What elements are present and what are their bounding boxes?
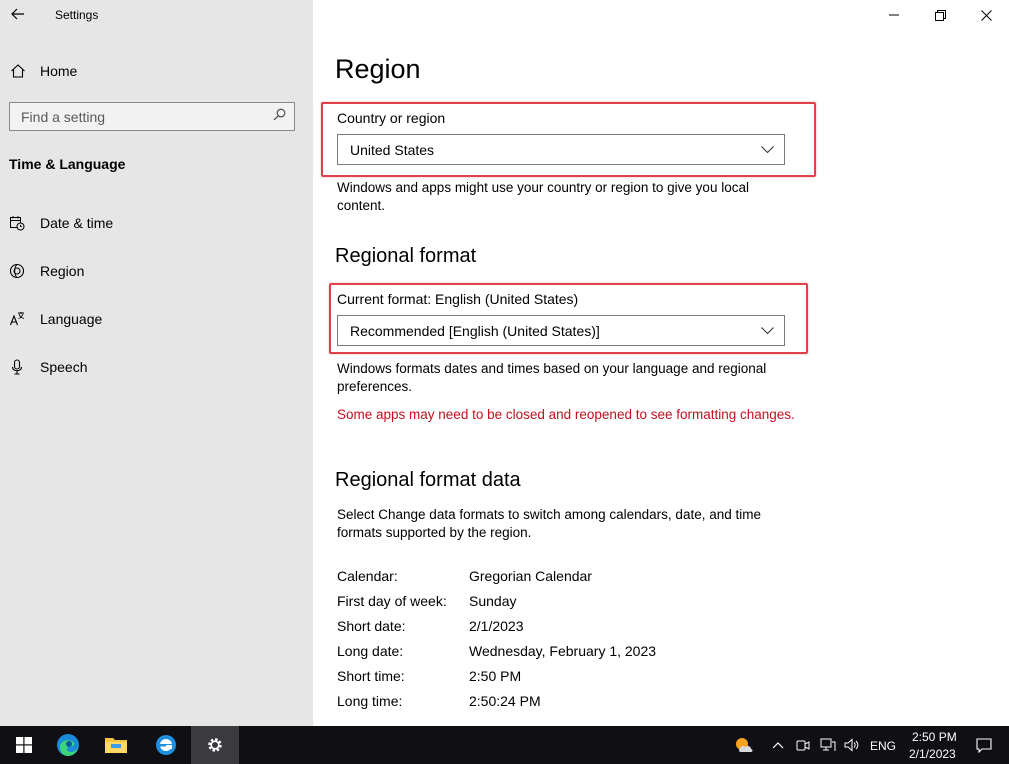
sidebar-item-date-time[interactable]: Date & time (0, 208, 313, 238)
taskbar-settings-button[interactable] (191, 726, 239, 764)
home-icon (10, 63, 26, 79)
regional-format-dropdown-value: Recommended [English (United States)] (350, 322, 600, 339)
gear-icon (208, 738, 222, 752)
country-description: Windows and apps might use your country … (337, 180, 749, 213)
internet-explorer-icon (156, 735, 176, 755)
camera-icon (796, 740, 810, 751)
taskbar: ENG 2:50 PM 2/1/2023 (0, 726, 1009, 764)
sidebar-item-label: Language (40, 311, 103, 327)
format-data-row: Long time: 2:50:24 PM (337, 693, 541, 709)
network-button[interactable] (816, 726, 840, 764)
format-data-value: 2:50:24 PM (469, 693, 541, 709)
folder-icon (105, 738, 127, 753)
window-controls (871, 0, 1009, 30)
edge-icon (57, 734, 79, 756)
format-data-value: Gregorian Calendar (469, 568, 592, 584)
format-data-key: Short date: (337, 618, 406, 634)
taskbar-edge-button[interactable] (44, 726, 92, 764)
app-title: Settings (55, 8, 99, 22)
section-title: Time & Language (9, 156, 126, 172)
weather-button[interactable] (722, 726, 766, 764)
current-format-label: Current format: English (United States) (337, 291, 579, 307)
format-data-value: 2:50 PM (469, 668, 522, 684)
format-data-value: Wednesday, February 1, 2023 (469, 643, 657, 659)
chevron-down-icon (761, 326, 774, 334)
search-box[interactable] (9, 102, 295, 131)
format-data-key: Short time: (337, 668, 405, 684)
minimize-icon (889, 14, 899, 16)
network-icon (820, 738, 836, 751)
action-center-button[interactable] (962, 726, 1006, 764)
back-button[interactable] (8, 4, 28, 24)
sidebar-item-label: Speech (40, 359, 88, 375)
minimize-button[interactable] (871, 0, 917, 30)
format-data-row: Short time: 2:50 PM (337, 668, 521, 684)
windows-logo-icon (16, 737, 32, 753)
language-icon (9, 311, 25, 327)
speaker-icon (844, 738, 859, 752)
format-warning-text: Some apps may need to be closed and reop… (337, 407, 795, 422)
chevron-down-icon (761, 145, 774, 153)
chevron-up-icon (772, 742, 784, 749)
globe-icon (9, 263, 25, 279)
format-data-key: Long time: (337, 693, 403, 709)
start-button[interactable] (0, 726, 48, 764)
format-data-row: Short date: 2/1/2023 (337, 618, 524, 634)
notification-icon (976, 737, 992, 753)
nav-home-label: Home (40, 63, 78, 79)
regional-format-heading: Regional format (335, 245, 477, 267)
sidebar: Settings Home Time & Language Date & tim… (0, 0, 313, 726)
country-label: Country or region (337, 110, 446, 126)
restore-button[interactable] (917, 0, 963, 30)
page-title: Region (335, 54, 421, 84)
close-icon (980, 9, 992, 21)
sidebar-item-region[interactable]: Region (0, 256, 313, 286)
microphone-icon (9, 359, 25, 375)
format-data-row: Long date: Wednesday, February 1, 2023 (337, 643, 656, 659)
regional-format-description: Windows formats dates and times based on… (337, 361, 767, 394)
search-icon[interactable] (273, 108, 286, 126)
regional-format-dropdown[interactable]: Recommended [English (United States)] (337, 315, 785, 346)
country-dropdown-value: United States (350, 141, 435, 158)
sidebar-item-label: Region (40, 263, 85, 279)
restore-icon (934, 9, 946, 21)
meet-now-button[interactable] (792, 726, 814, 764)
main-content: Region Country or region United States W… (313, 0, 1009, 726)
format-data-value: 2/1/2023 (469, 618, 524, 634)
weather-icon (736, 738, 753, 752)
show-hidden-icons-button[interactable] (766, 726, 790, 764)
format-data-key: Long date: (337, 643, 404, 659)
taskbar-file-explorer-button[interactable] (92, 726, 140, 764)
nav-home[interactable]: Home (0, 58, 313, 84)
format-data-description: Select Change data formats to switch amo… (337, 507, 761, 540)
format-data-heading: Regional format data (335, 469, 521, 491)
input-language-indicator[interactable]: ENG (870, 739, 896, 753)
taskbar-ie-button[interactable] (142, 726, 190, 764)
format-data-key: Calendar: (337, 568, 398, 584)
format-data-key: First day of week: (337, 593, 447, 609)
format-data-value: Sunday (469, 593, 517, 609)
sidebar-item-language[interactable]: Language (0, 304, 313, 334)
format-data-row: Calendar: Gregorian Calendar (337, 568, 592, 584)
country-dropdown[interactable]: United States (337, 134, 785, 165)
volume-button[interactable] (840, 726, 864, 764)
format-data-row: First day of week: Sunday (337, 593, 516, 609)
sidebar-item-label: Date & time (40, 215, 114, 231)
sidebar-item-speech[interactable]: Speech (0, 352, 313, 382)
back-arrow-icon (11, 8, 24, 20)
taskbar-clock-time[interactable]: 2:50 PM (912, 730, 957, 744)
search-input[interactable] (21, 108, 261, 125)
close-button[interactable] (963, 0, 1009, 30)
calendar-clock-icon (9, 215, 25, 231)
taskbar-clock-date[interactable]: 2/1/2023 (909, 747, 956, 761)
